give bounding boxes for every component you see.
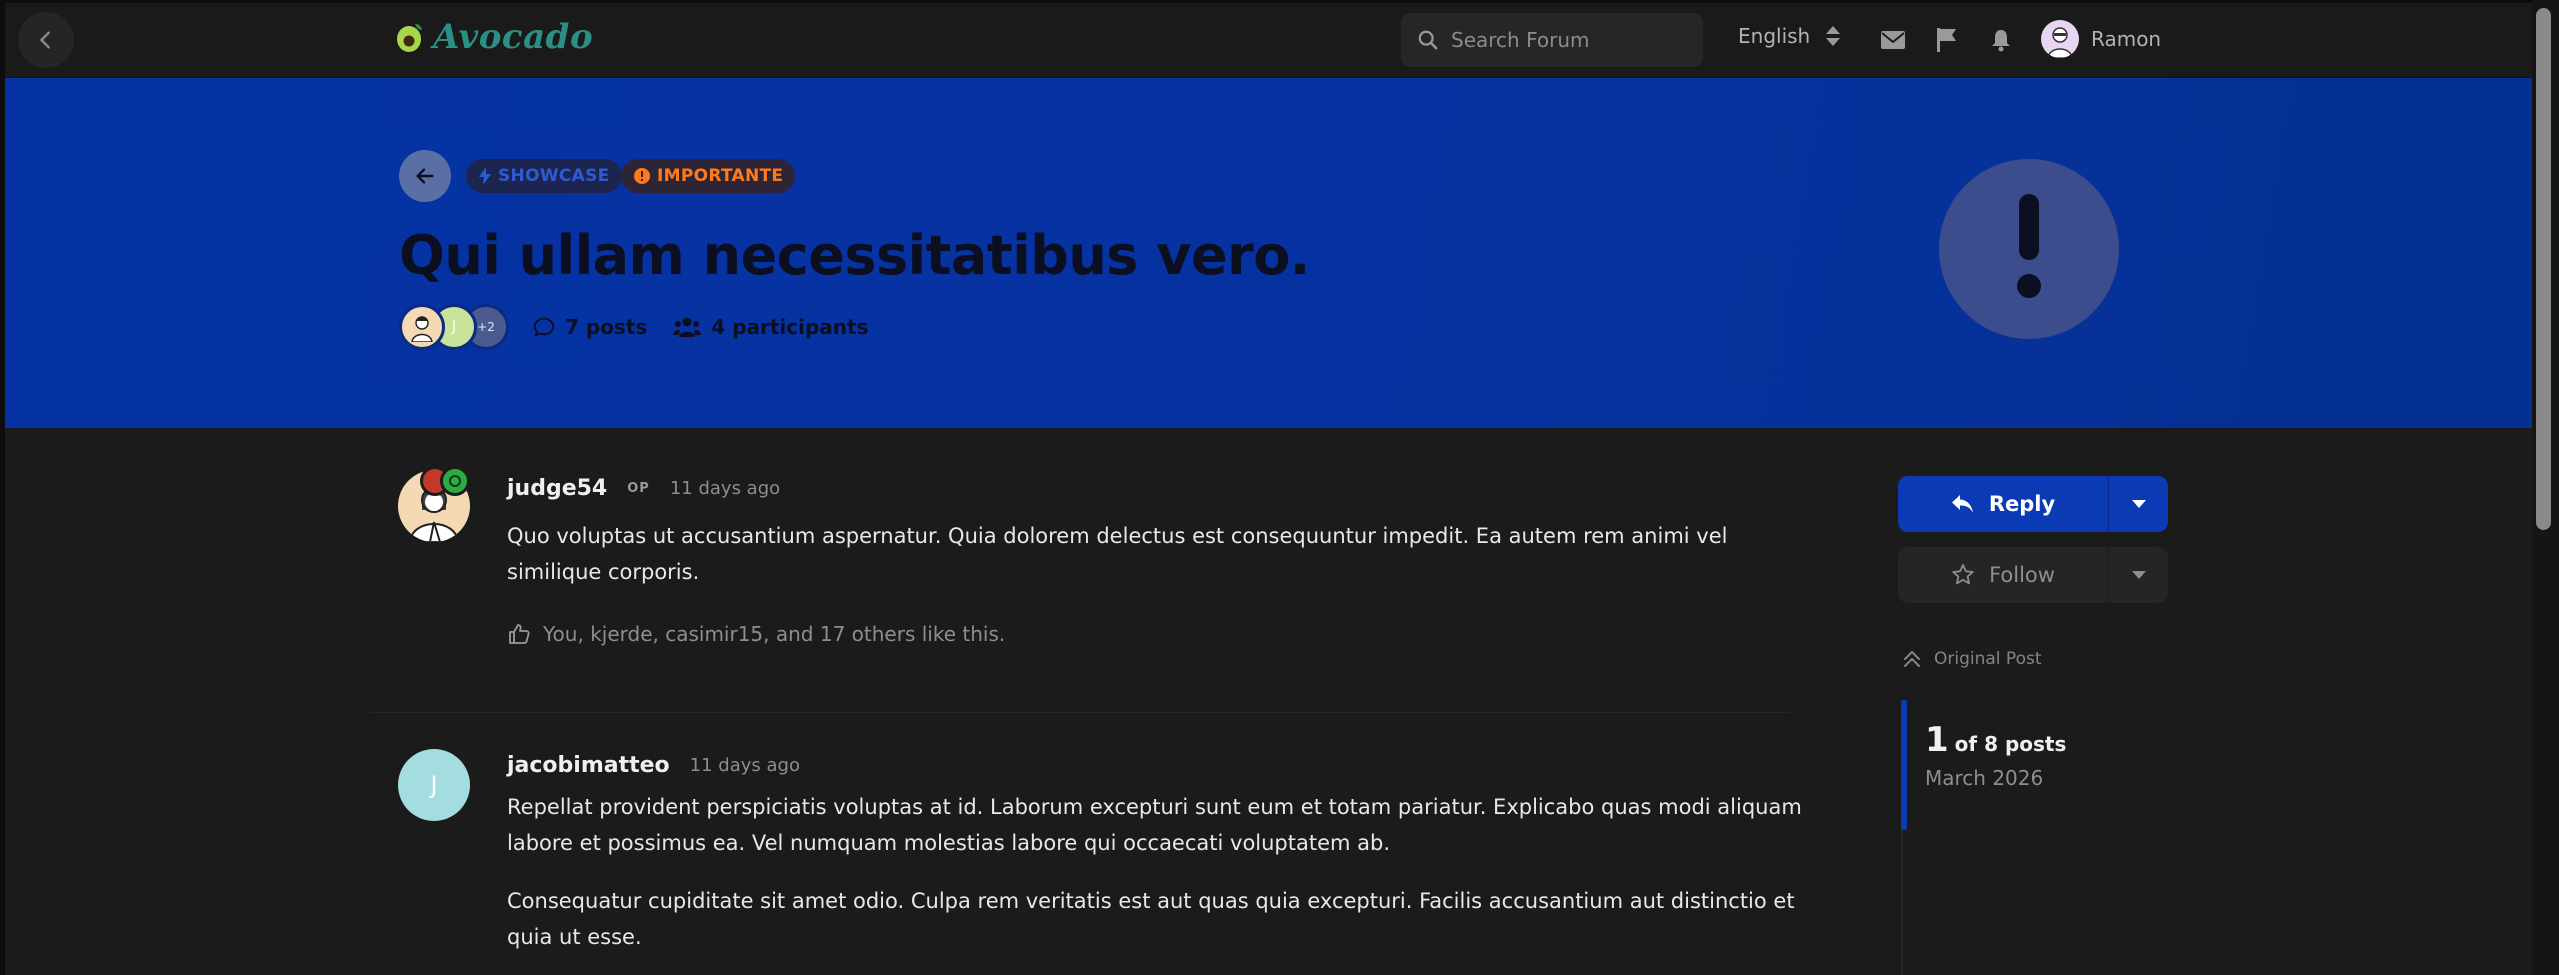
- post-header: judge54 OP 11 days ago: [507, 476, 780, 501]
- post-username[interactable]: jacobimatteo: [507, 753, 670, 778]
- double-chevron-up-icon: [1904, 651, 1920, 667]
- participant-avatars[interactable]: J +2: [399, 304, 509, 350]
- envelope-icon: [1881, 31, 1905, 49]
- thumbs-up-icon[interactable]: [507, 622, 531, 646]
- back-button[interactable]: [18, 12, 74, 68]
- reply-button-group: Reply: [1898, 476, 2168, 532]
- user-menu[interactable]: Ramon: [2041, 20, 2161, 58]
- important-badge-icon: [1939, 159, 2119, 339]
- badge-symbol-icon: [449, 475, 461, 487]
- top-bar: Avocado Search Forum English Ramon: [5, 3, 2532, 78]
- original-post-label: Original Post: [1934, 649, 2042, 669]
- follow-label: Follow: [1989, 563, 2055, 587]
- language-label: English: [1738, 24, 1811, 48]
- participants-count-label: 4 participants: [711, 315, 869, 339]
- reply-options-dropdown[interactable]: [2108, 476, 2168, 532]
- page-scrollbar-thumb[interactable]: [2536, 8, 2551, 530]
- likes-text: You, kjerde, casimir15, and 17 others li…: [543, 622, 1006, 646]
- user-badge-green: [440, 466, 470, 496]
- scrubber-date: March 2026: [1925, 766, 2044, 790]
- discussion-meta: J +2 7 posts 4 participants: [399, 304, 869, 350]
- tag-label: SHOWCASE: [498, 166, 610, 186]
- caret-down-icon: [2131, 571, 2146, 579]
- reply-button[interactable]: Reply: [1898, 476, 2108, 532]
- user-avatar: [2041, 20, 2079, 58]
- star-icon: [1952, 564, 1974, 585]
- bell-icon: [1992, 30, 2010, 52]
- arrow-left-icon: [416, 168, 434, 184]
- logo-text: Avocado: [433, 17, 594, 57]
- caret-down-icon: [2131, 500, 2146, 508]
- avatar-illustration-icon: [411, 316, 433, 342]
- chevron-left-icon: [40, 31, 50, 49]
- posts-count-label: 7 posts: [565, 315, 648, 339]
- exclamation-circle-icon: [634, 168, 650, 184]
- tag-importante[interactable]: IMPORTANTE: [621, 159, 796, 193]
- post-divider: [370, 712, 1790, 713]
- post-time[interactable]: 11 days ago: [690, 755, 800, 776]
- scrubber-rail[interactable]: [1901, 830, 1903, 975]
- search-placeholder: Search Forum: [1451, 28, 1590, 52]
- discussion-title: Qui ullam necessitatibus vero.: [399, 224, 1310, 287]
- comment-icon: [533, 317, 555, 337]
- bolt-icon: [479, 167, 491, 185]
- messages-button[interactable]: [1878, 25, 1908, 55]
- user-avatar-illustration-icon: [2047, 27, 2073, 58]
- discussion-hero: SHOWCASE IMPORTANTE Qui ullam necessitat…: [5, 78, 2532, 428]
- follow-options-dropdown[interactable]: [2108, 547, 2168, 603]
- language-selector[interactable]: English: [1738, 24, 1842, 48]
- post-body-paragraph: Repellat provident perspiciatis voluptas…: [507, 795, 1802, 855]
- follow-button[interactable]: Follow: [1898, 547, 2108, 603]
- post-username[interactable]: judge54: [507, 476, 607, 501]
- reply-label: Reply: [1988, 492, 2056, 516]
- op-badge: OP: [627, 481, 650, 496]
- post-body: Quo voluptas ut accusantium aspernatur. …: [507, 524, 1728, 584]
- follow-button-group: Follow: [1898, 547, 2168, 603]
- avocado-logo-icon: [397, 24, 422, 52]
- forum-logo[interactable]: Avocado: [393, 17, 593, 57]
- post-author-avatar[interactable]: J: [398, 749, 470, 821]
- flags-button[interactable]: [1932, 25, 1962, 55]
- search-icon: [1418, 30, 1438, 50]
- scrubber-total: of 8 posts: [1954, 732, 2067, 756]
- participant-avatar: [399, 304, 445, 350]
- tag-label: IMPORTANTE: [657, 166, 784, 186]
- tag-showcase[interactable]: SHOWCASE: [466, 159, 622, 193]
- post-likes: You, kjerde, casimir15, and 17 others li…: [507, 622, 1005, 646]
- post-header: jacobimatteo 11 days ago: [507, 753, 800, 778]
- reply-arrow-icon: [1951, 495, 1973, 513]
- participants-count: 4 participants: [673, 315, 869, 339]
- users-icon: [673, 317, 702, 337]
- scrubber-index: 1: [1925, 720, 1949, 760]
- scrubber-position: 1 of 8 posts: [1925, 720, 2066, 760]
- post-body-paragraph: Consequatur cupiditate sit amet odio. Cu…: [507, 889, 1795, 949]
- scrubber-handle[interactable]: [1901, 700, 1907, 830]
- original-post-link[interactable]: Original Post: [1902, 649, 2042, 669]
- post-time[interactable]: 11 days ago: [670, 478, 780, 499]
- sort-arrows-icon: [1826, 26, 1841, 46]
- posts-count: 7 posts: [533, 315, 647, 339]
- user-name: Ramon: [2091, 27, 2162, 51]
- search-input[interactable]: Search Forum: [1401, 13, 1703, 67]
- flag-icon: [1937, 28, 1956, 52]
- hero-back-button[interactable]: [399, 150, 451, 202]
- notifications-button[interactable]: [1986, 25, 2016, 55]
